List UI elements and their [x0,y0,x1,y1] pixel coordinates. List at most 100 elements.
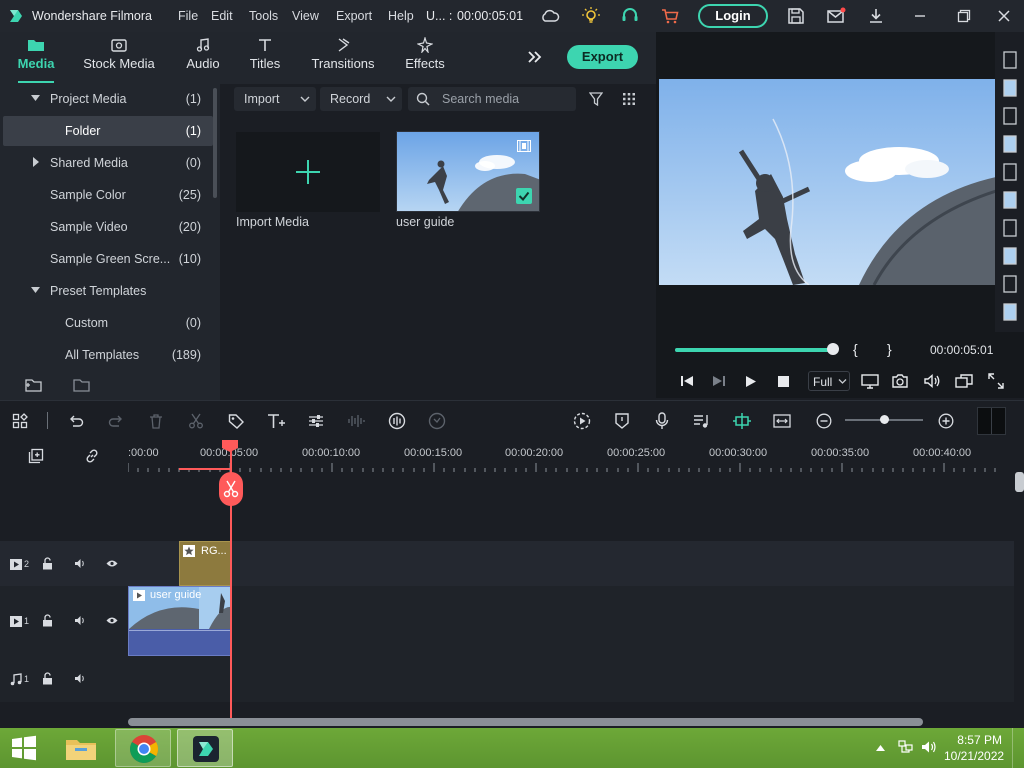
sidebar-item-sample-color[interactable]: Sample Color (25) [0,180,213,210]
speed-icon[interactable] [426,411,448,431]
tab-audio[interactable]: Audio [180,32,226,84]
cart-icon[interactable] [660,6,680,26]
play-icon[interactable] [742,373,760,389]
cut-scissors-icon[interactable] [186,411,206,431]
mark-out-button[interactable]: } [887,341,892,357]
search-input[interactable]: Search media [408,87,576,111]
tab-titles[interactable]: Titles [244,32,286,84]
media-thumbnail-user-guide[interactable] [396,131,540,212]
eye-visibility-icon[interactable] [106,559,118,568]
track-volume-icon[interactable] [74,673,86,684]
tab-media[interactable]: Media [10,32,62,84]
timeline-horizontal-scrollbar[interactable] [128,718,923,726]
headset-support-icon[interactable] [620,6,640,26]
lock-icon[interactable] [42,614,53,627]
record-dropdown[interactable]: Record [320,87,402,111]
sidebar-item-sample-green-screen[interactable]: Sample Green Scre... (10) [0,244,213,274]
login-button[interactable]: Login [698,4,768,28]
import-media-tile[interactable] [236,132,380,212]
export-button[interactable]: Export [567,45,638,69]
adjust-sliders-icon[interactable] [306,411,326,431]
quality-dropdown[interactable]: Full [808,371,850,391]
title-clip-rg[interactable]: RG... [179,541,231,586]
pip-icon[interactable] [954,372,974,390]
more-tabs-chevron-icon[interactable] [524,46,546,68]
split-scissors-button[interactable] [219,472,243,506]
sidebar-scrollbar[interactable] [213,88,217,198]
tab-transitions[interactable]: Transitions [308,32,378,84]
taskbar-filmora[interactable] [177,729,233,767]
audio-mixer-icon[interactable] [386,411,408,431]
eye-visibility-icon[interactable] [106,616,118,625]
volume-icon[interactable] [922,372,942,390]
cloud-icon[interactable] [540,7,560,25]
shield-marker-icon[interactable] [611,411,633,431]
show-hidden-icons-icon[interactable] [874,742,886,754]
filter-icon[interactable] [586,90,606,108]
sidebar-item-all-templates[interactable]: All Templates (189) [0,340,213,370]
import-dropdown[interactable]: Import [234,87,316,111]
system-volume-icon[interactable] [920,739,938,755]
zoom-out-icon[interactable] [813,411,835,431]
lock-icon[interactable] [42,672,53,685]
track-volume-icon[interactable] [74,558,86,569]
render-preview-icon[interactable] [571,411,593,431]
menu-view[interactable]: View [292,9,319,23]
save-icon[interactable] [786,6,806,26]
minimize-icon[interactable] [910,6,930,26]
add-track-icon[interactable] [26,447,46,465]
menu-edit[interactable]: Edit [211,9,233,23]
work-area-range[interactable] [179,468,230,470]
undo-icon[interactable] [66,411,86,431]
tab-effects[interactable]: Effects [400,32,450,84]
windows-start-icon[interactable] [8,734,40,762]
redo-icon[interactable] [106,411,126,431]
download-icon[interactable] [866,6,886,26]
close-icon[interactable] [994,6,1014,26]
folder-icon[interactable] [72,376,92,394]
previous-frame-icon[interactable] [678,373,696,389]
snap-magnet-icon[interactable] [731,411,753,431]
audio-waveform-icon[interactable] [346,411,366,431]
video-clip-user-guide[interactable]: user guide [128,586,231,656]
layout-grid-icon[interactable] [10,411,30,431]
taskbar-chrome[interactable] [115,729,171,767]
grid-view-icon[interactable] [619,90,639,108]
playback-progress-track[interactable] [675,348,837,352]
network-icon[interactable] [897,739,915,755]
fullscreen-icon[interactable] [986,372,1006,390]
zoom-slider-handle[interactable] [880,415,889,424]
snapshot-camera-icon[interactable] [890,372,910,390]
display-settings-icon[interactable] [860,372,880,390]
stop-icon[interactable] [774,373,792,389]
file-explorer-icon[interactable] [60,731,102,765]
fit-timeline-icon[interactable] [771,411,793,431]
add-text-icon[interactable] [266,411,288,431]
tag-icon[interactable] [226,411,246,431]
sidebar-item-folder[interactable]: Folder (1) [3,116,213,146]
sidebar-item-shared-media[interactable]: Shared Media (0) [0,148,213,178]
mark-in-button[interactable]: { [853,341,858,357]
sidebar-item-sample-video[interactable]: Sample Video (20) [0,212,213,242]
timeline-vertical-scrollbar[interactable] [1015,472,1024,492]
track-volume-icon[interactable] [74,615,86,626]
menu-file[interactable]: File [178,9,198,23]
timeline-layout-toggle[interactable] [977,407,1006,435]
sidebar-item-custom[interactable]: Custom (0) [0,308,213,338]
microphone-icon[interactable] [651,411,673,431]
restore-icon[interactable] [954,6,974,26]
zoom-in-icon[interactable] [935,411,957,431]
delete-icon[interactable] [146,411,166,431]
voiceover-list-icon[interactable] [691,411,713,431]
sidebar-item-project-media[interactable]: Project Media (1) [0,84,213,114]
lock-icon[interactable] [42,557,53,570]
new-folder-icon[interactable] [24,376,44,394]
lightbulb-icon[interactable] [581,6,601,26]
menu-tools[interactable]: Tools [249,9,278,23]
menu-help[interactable]: Help [388,9,414,23]
sidebar-item-preset-templates[interactable]: Preset Templates [0,276,213,306]
show-desktop-button[interactable] [1012,728,1024,768]
next-frame-icon[interactable] [710,373,728,389]
tab-stock-media[interactable]: Stock Media [80,32,158,84]
playback-progress-handle[interactable] [827,343,839,355]
